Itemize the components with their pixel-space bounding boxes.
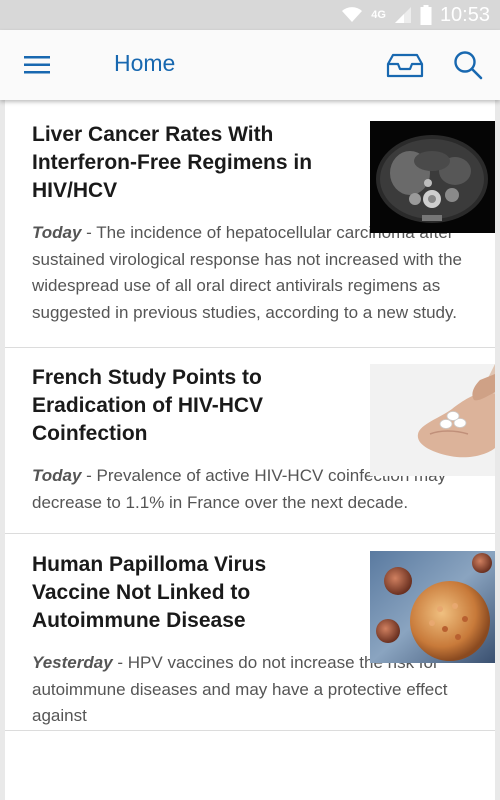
wifi-icon xyxy=(342,7,363,22)
virus-particles-image[interactable] xyxy=(370,551,495,663)
article-title[interactable]: Liver Cancer Rates With Interferon-Free … xyxy=(32,121,322,205)
ct-scan-image[interactable] xyxy=(370,121,495,233)
menu-button[interactable] xyxy=(22,52,54,78)
article-summary-text: - The incidence of hepatocellular carcin… xyxy=(32,223,462,322)
inbox-button[interactable] xyxy=(386,50,424,80)
search-button[interactable] xyxy=(452,49,484,81)
article-date: Today xyxy=(32,466,82,485)
signal-icon xyxy=(394,7,411,23)
article-item[interactable]: Liver Cancer Rates With Interferon-Free … xyxy=(5,100,495,348)
article-item[interactable]: Human Papilloma Virus Vaccine Not Linked… xyxy=(5,534,495,731)
battery-icon xyxy=(420,5,432,25)
search-icon xyxy=(454,51,483,80)
inbox-tray-icon xyxy=(386,53,424,78)
page-title: Home xyxy=(114,50,176,76)
app-bar: Home xyxy=(0,30,500,100)
hamburger-menu-icon xyxy=(24,56,50,74)
network-type: 4G xyxy=(371,9,386,21)
article-title[interactable]: Human Papilloma Virus Vaccine Not Linked… xyxy=(32,551,322,635)
article-title[interactable]: French Study Points to Eradication of HI… xyxy=(32,364,322,448)
article-date: Yesterday xyxy=(32,653,113,672)
pills-in-hand-image[interactable] xyxy=(370,364,495,476)
article-feed[interactable]: Liver Cancer Rates With Interferon-Free … xyxy=(5,100,495,800)
status-bar: 4G 10:53 xyxy=(0,0,500,30)
article-item[interactable]: French Study Points to Eradication of HI… xyxy=(5,348,495,534)
article-summary: Today - The incidence of hepatocellular … xyxy=(32,220,469,326)
clock: 10:53 xyxy=(439,3,490,26)
article-date: Today xyxy=(32,223,82,242)
